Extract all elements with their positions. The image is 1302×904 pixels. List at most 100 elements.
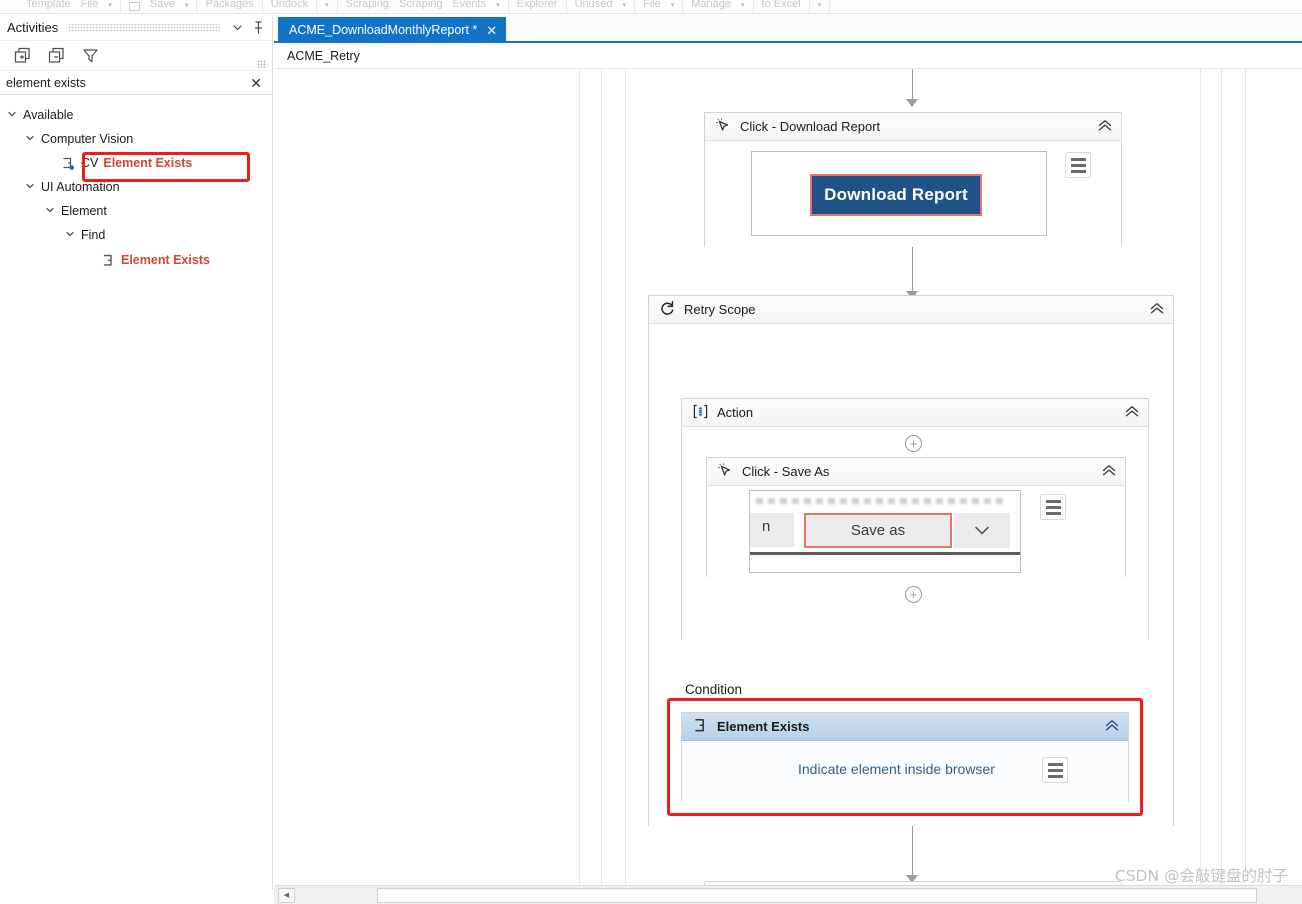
horizontal-scrollbar[interactable]: ◀ — [274, 885, 1302, 904]
activity-body: Action + Click - Save As n Save as + Con… — [649, 324, 1173, 826]
chevron-down-icon[interactable] — [230, 20, 245, 35]
chevron-down-icon[interactable] — [64, 229, 76, 241]
chevron-up-icon[interactable] — [1097, 119, 1113, 135]
search-input[interactable]: element exists ✕ — [0, 71, 272, 95]
ribbon-group: File ▾ — [635, 0, 684, 13]
preview-open-button — [750, 513, 794, 547]
chevron-up-icon[interactable] — [1124, 405, 1140, 421]
chevron-down-icon: ▾ — [741, 2, 745, 9]
add-activity-button-top[interactable]: + — [905, 435, 922, 452]
tree-item-available[interactable]: Available — [0, 103, 272, 127]
panel-title: Activities — [7, 20, 59, 35]
activity-click-download-report[interactable]: Click - Download Report Download Report — [704, 112, 1122, 247]
chevron-down-icon[interactable] — [24, 133, 36, 145]
panel-resize-grip[interactable] — [257, 60, 266, 68]
activity-header[interactable]: Element Exists — [682, 713, 1128, 741]
collapse-all-icon[interactable] — [46, 46, 66, 66]
ribbon-item-file[interactable]: File — [81, 0, 99, 10]
ribbon-item-scraping-1[interactable]: Scraping — [346, 0, 389, 10]
hamburger-icon[interactable] — [1065, 152, 1091, 178]
chevron-down-icon: ▾ — [108, 2, 112, 9]
ribbon-item-unused[interactable]: Unused — [575, 0, 613, 10]
filter-icon[interactable] — [80, 46, 100, 66]
chevron-down-icon: ▾ — [622, 2, 627, 9]
scrollbar-track[interactable] — [295, 887, 1302, 903]
element-exists-icon — [692, 717, 709, 737]
element-exists-icon — [100, 253, 116, 268]
ribbon-group: Template File ▾ — [18, 0, 121, 13]
ribbon-item-explorer[interactable]: Explorer — [517, 0, 558, 10]
target-screenshot-preview: Download Report — [751, 151, 1047, 236]
ribbon-item-to-excel[interactable]: to Excel — [762, 0, 801, 10]
pin-icon[interactable] — [251, 20, 266, 35]
activities-tree: Available Computer Vision CV Element Exi… — [0, 95, 272, 273]
ribbon-group: Save ▾ — [121, 0, 198, 13]
tree-item-find[interactable]: Find — [0, 223, 272, 247]
activity-header[interactable]: Click - Save As — [707, 458, 1125, 486]
chevron-up-icon[interactable] — [1149, 302, 1165, 318]
ribbon-group: Unused ▾ — [567, 0, 636, 13]
activity-action-container[interactable]: Action + Click - Save As n Save as + — [681, 398, 1149, 640]
activity-click-save-as[interactable]: Click - Save As n Save as — [706, 457, 1126, 577]
activity-body: Indicate element inside browser — [682, 741, 1128, 802]
ribbon-group: Manage ▾ — [683, 0, 754, 13]
condition-label: Condition — [685, 682, 743, 697]
activity-header[interactable]: Action — [682, 399, 1148, 427]
activity-header[interactable]: Retry Scope — [649, 296, 1173, 324]
click-cursor-icon — [717, 462, 734, 482]
ribbon-item-file2[interactable]: File — [643, 0, 661, 10]
activity-element-exists[interactable]: Element Exists Indicate element inside b… — [681, 712, 1129, 802]
ribbon-item-undock[interactable]: Undock — [271, 0, 308, 10]
tab-label: ACME_DownloadMonthlyReport * — [289, 23, 478, 37]
chevron-down-icon[interactable] — [24, 181, 36, 193]
breadcrumb-label[interactable]: ACME_Retry — [287, 49, 360, 63]
chevron-down-icon: ▾ — [496, 2, 500, 9]
activity-body: Download Report — [705, 141, 1121, 247]
add-activity-button-bottom[interactable]: + — [905, 586, 922, 603]
activities-panel: Activities element exists ✕ Available Co… — [0, 15, 273, 890]
ribbon-group: ▾ — [810, 0, 831, 13]
tree-item-element[interactable]: Element — [0, 199, 272, 223]
chevron-up-icon[interactable] — [1101, 464, 1117, 480]
tree-item-computer-vision[interactable]: Computer Vision — [0, 127, 272, 151]
ribbon-strip: Template File ▾ Save ▾ Packages Undock ▾… — [0, 0, 1302, 14]
indicate-element-link[interactable]: Indicate element inside browser — [798, 761, 995, 777]
chevron-up-icon[interactable] — [1104, 719, 1120, 735]
chevron-down-icon[interactable] — [44, 205, 56, 217]
tree-item-cv-element-exists[interactable]: CV Element Exists — [0, 151, 272, 175]
tab-acme-downloadmonthlyreport[interactable]: ACME_DownloadMonthlyReport * ✕ — [278, 17, 507, 43]
ribbon-item-events[interactable]: Events — [452, 0, 486, 10]
plus-icon: + — [909, 587, 918, 602]
activity-title: Action — [717, 405, 754, 420]
ribbon-item-packages[interactable]: Packages — [205, 0, 253, 10]
preview-download-report-button: Download Report — [810, 174, 982, 216]
preview-partial-label: n — [762, 518, 771, 535]
hamburger-icon[interactable] — [1042, 757, 1068, 783]
activity-header[interactable]: Click - Download Report — [705, 113, 1121, 141]
scrollbar-thumb[interactable] — [377, 887, 1257, 903]
breadcrumb: ACME_Retry — [274, 43, 1302, 69]
activity-retry-scope[interactable]: Retry Scope Action + Click - Save As n S… — [648, 295, 1174, 826]
chevron-down-icon: ▾ — [184, 2, 189, 9]
expand-all-icon[interactable] — [12, 46, 32, 66]
close-icon[interactable]: ✕ — [486, 24, 497, 37]
connector-arrow-icon — [906, 99, 918, 107]
tree-item-label: Element Exists — [121, 253, 210, 267]
save-icon — [128, 2, 140, 11]
chevron-down-icon[interactable] — [6, 109, 18, 121]
activity-title: Click - Save As — [742, 464, 830, 479]
uipath-studio-window: Template File ▾ Save ▾ Packages Undock ▾… — [0, 0, 1302, 904]
hamburger-icon[interactable] — [1040, 494, 1066, 520]
activity-title: Element Exists — [717, 719, 810, 734]
ribbon-item-template[interactable]: Template — [26, 0, 71, 10]
ribbon-item-manage[interactable]: Manage — [691, 0, 731, 10]
panel-drag-dots — [68, 23, 220, 32]
close-icon[interactable]: ✕ — [248, 76, 264, 90]
tree-item-ui-automation[interactable]: UI Automation — [0, 175, 272, 199]
ribbon-item-scraping-2[interactable]: Scraping — [399, 0, 442, 10]
tree-item-element-exists[interactable]: Element Exists — [0, 247, 272, 273]
workflow-designer-canvas[interactable]: Click - Download Report Download Report — [274, 69, 1302, 885]
triangle-left-icon[interactable]: ◀ — [278, 887, 295, 903]
blurred-dialog-text — [756, 498, 1006, 504]
ribbon-item-save[interactable]: Save — [150, 0, 175, 10]
